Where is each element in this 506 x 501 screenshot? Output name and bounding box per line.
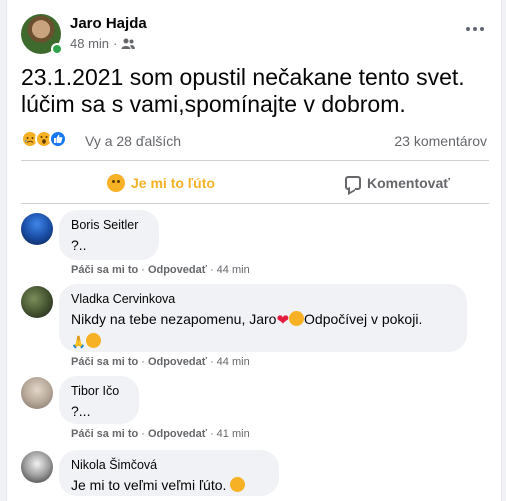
comment-actions: Páči sa mi to · Odpovedať · 44 min bbox=[71, 356, 250, 368]
comment-text: ?.. bbox=[71, 237, 87, 253]
more-dot-icon bbox=[473, 27, 477, 31]
author-name[interactable]: Jaro Hajda bbox=[70, 15, 147, 32]
sad-emoji-icon bbox=[230, 477, 246, 492]
post-text-line: 23.1.2021 som opustil nečakane tento sve… bbox=[21, 64, 465, 90]
comment-bubble: Boris Seitler ?.. bbox=[59, 210, 159, 260]
commenter-avatar[interactable] bbox=[21, 286, 53, 318]
comment-button-label: Komentovať bbox=[367, 175, 450, 191]
reply-link[interactable]: Odpovedať bbox=[148, 428, 207, 440]
comment-text-part: Nikdy na tebe nezapomenu, Jaro bbox=[71, 311, 277, 327]
comment-time[interactable]: 44 min bbox=[217, 356, 250, 368]
comment-bubble: Vladka Cervinkova Nikdy na tebe nezapome… bbox=[59, 284, 467, 352]
post-text-line: lúčim sa s vami,spomínajte v dobrom. bbox=[21, 91, 406, 117]
separator-dot: · bbox=[210, 264, 214, 276]
like-comment-link[interactable]: Páči sa mi to bbox=[71, 264, 138, 276]
reactions-summary[interactable]: Vy a 28 ďalších bbox=[85, 133, 181, 149]
comment-text-part: Odpočívej v pokoji. bbox=[304, 311, 423, 327]
commenter-name[interactable]: Tibor Ičo bbox=[71, 384, 127, 398]
sad-emoji-icon bbox=[289, 311, 305, 326]
comment-emoji-line: 🙏 bbox=[71, 331, 455, 352]
separator-dot: · bbox=[113, 36, 118, 51]
kissing-face-icon bbox=[85, 333, 101, 348]
comment-icon bbox=[345, 176, 361, 190]
divider bbox=[21, 160, 489, 161]
comment-bubble: Tibor Ičo ?... bbox=[59, 376, 139, 424]
divider bbox=[21, 203, 489, 204]
comment-time[interactable]: 41 min bbox=[217, 428, 250, 440]
react-button[interactable]: Je mi to ľúto bbox=[107, 165, 215, 201]
post-meta: 48 min · bbox=[70, 36, 136, 51]
more-dot-icon bbox=[466, 27, 470, 31]
like-reaction-icon bbox=[49, 130, 67, 148]
reply-link[interactable]: Odpovedať bbox=[148, 264, 207, 276]
friends-icon[interactable] bbox=[121, 38, 136, 50]
heart-emoji-icon: ❤ bbox=[276, 312, 290, 329]
separator-dot: · bbox=[141, 356, 145, 368]
comment-text: ?... bbox=[71, 403, 91, 419]
praying-hands-icon: 🙏 bbox=[71, 335, 86, 349]
commenter-avatar[interactable] bbox=[21, 213, 53, 245]
commenter-avatar[interactable] bbox=[21, 451, 53, 483]
reaction-icons[interactable] bbox=[21, 130, 67, 148]
comment-actions: Páči sa mi to · Odpovedať · 41 min bbox=[71, 428, 250, 440]
commenter-name[interactable]: Nikola Šimčová bbox=[71, 458, 267, 472]
reply-link[interactable]: Odpovedať bbox=[148, 356, 207, 368]
online-status-dot bbox=[51, 43, 63, 55]
separator-dot: · bbox=[210, 428, 214, 440]
like-comment-link[interactable]: Páči sa mi to bbox=[71, 428, 138, 440]
commenter-name[interactable]: Vladka Cervinkova bbox=[71, 292, 455, 306]
separator-dot: · bbox=[141, 264, 145, 276]
post-time[interactable]: 48 min bbox=[70, 36, 109, 51]
like-comment-link[interactable]: Páči sa mi to bbox=[71, 356, 138, 368]
more-dot-icon bbox=[480, 27, 484, 31]
separator-dot: · bbox=[210, 356, 214, 368]
comment-count[interactable]: 23 komentárov bbox=[394, 133, 487, 149]
comment-button[interactable]: Komentovať bbox=[345, 165, 450, 201]
sad-face-icon bbox=[107, 174, 125, 192]
more-options-button[interactable] bbox=[463, 22, 487, 36]
post-text: 23.1.2021 som opustil nečakane tento sve… bbox=[21, 64, 491, 118]
post-card: Jaro Hajda 48 min · 23.1.2021 som opusti… bbox=[6, 0, 502, 501]
commenter-avatar[interactable] bbox=[21, 377, 53, 409]
react-button-label: Je mi to ľúto bbox=[131, 175, 215, 191]
comment-actions: Páči sa mi to · Odpovedať · 44 min bbox=[71, 264, 250, 276]
commenter-name[interactable]: Boris Seitler bbox=[71, 218, 147, 232]
comment-text: Je mi to veľmi veľmi ľúto. bbox=[71, 475, 267, 495]
comment-text-part: Je mi to veľmi veľmi ľúto. bbox=[71, 477, 227, 493]
comment-text: Nikdy na tebe nezapomenu, Jaro❤ Odpočívej… bbox=[71, 309, 455, 331]
comment-bubble: Nikola Šimčová Je mi to veľmi veľmi ľúto… bbox=[59, 450, 279, 496]
comment-time[interactable]: 44 min bbox=[217, 264, 250, 276]
separator-dot: · bbox=[141, 428, 145, 440]
